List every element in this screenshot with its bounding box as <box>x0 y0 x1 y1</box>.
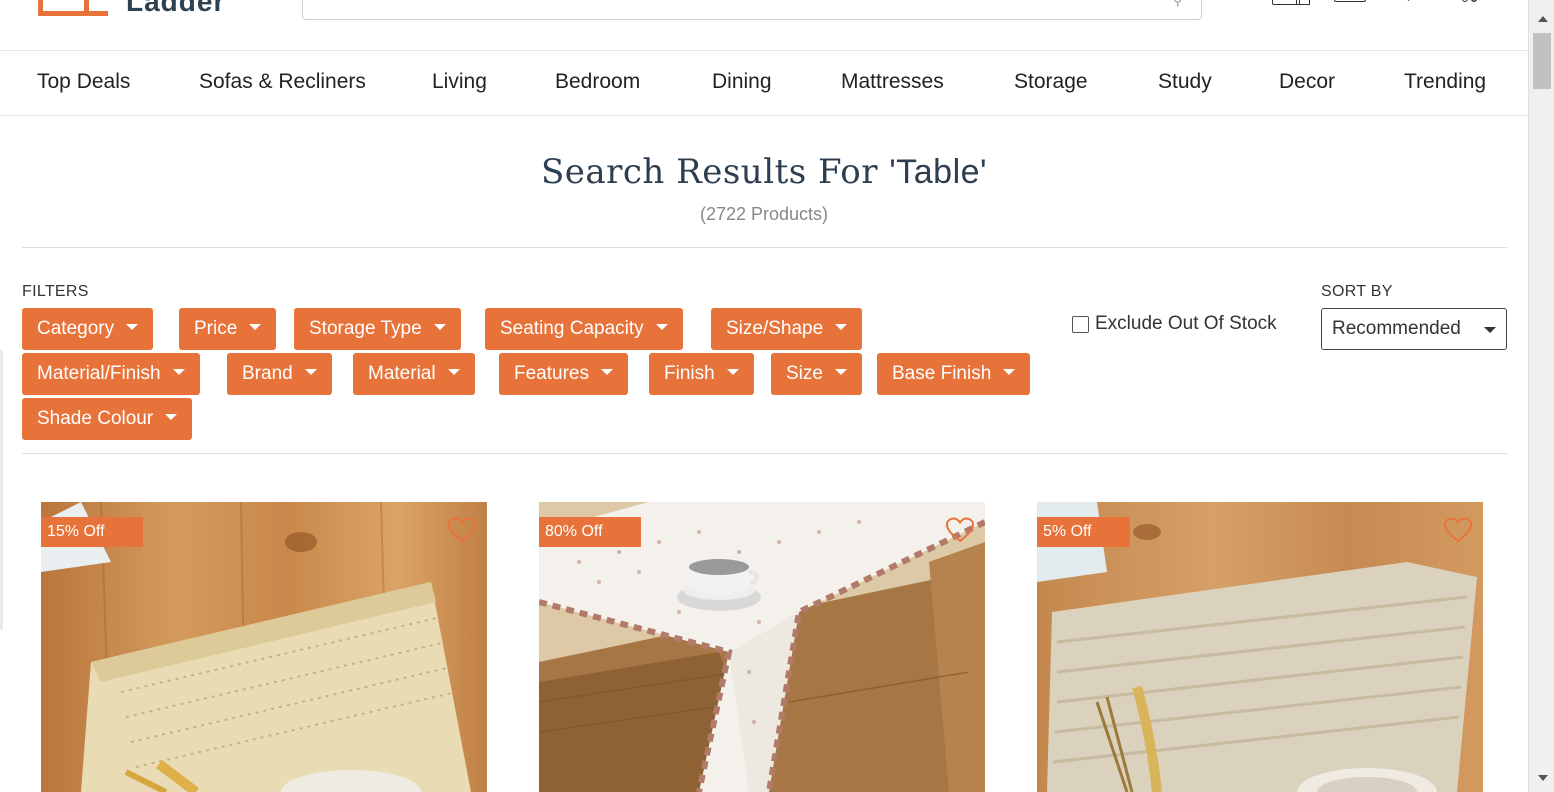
caret-down-icon <box>726 368 739 375</box>
nav-item-storage[interactable]: Storage <box>1014 69 1088 95</box>
nav-item-dining[interactable]: Dining <box>712 69 772 95</box>
exclude-out-of-stock-label: Exclude Out Of Stock <box>1095 313 1277 334</box>
user-account-icon[interactable] <box>1334 0 1366 8</box>
caret-down-icon <box>433 323 446 330</box>
filters-label: FILTERS <box>22 283 89 300</box>
category-nav: Top Deals Sofas & Recliners Living Bedro… <box>0 51 1528 116</box>
nav-item-trending[interactable]: Trending <box>1404 69 1486 95</box>
wishlist-heart-icon[interactable] <box>945 516 975 544</box>
filter-chip-shade-colour[interactable]: Shade Colour <box>22 398 193 440</box>
filter-chip-size[interactable]: Size <box>771 353 862 395</box>
filter-chip-features[interactable]: Features <box>499 353 628 395</box>
results-count: (2722 Products) <box>699 204 829 224</box>
sort-by-label: SORT BY <box>1321 283 1393 300</box>
chip-label: Finish <box>664 363 715 384</box>
discount-badge: 5% Off <box>1037 517 1130 547</box>
site-header: Ladder ⚲ <box>0 0 1528 51</box>
divider <box>22 453 1507 454</box>
chip-label: Storage Type <box>309 318 422 339</box>
chip-label: Seating Capacity <box>500 318 644 339</box>
scroll-up-arrow-icon[interactable] <box>1538 16 1548 22</box>
side-tab <box>0 350 3 630</box>
caret-down-icon <box>655 323 668 330</box>
nav-item-sofas-recliners[interactable]: Sofas & Recliners <box>199 69 366 95</box>
product-card[interactable]: 15% Off <box>41 502 487 792</box>
chip-label: Material <box>368 363 436 384</box>
scroll-down-arrow-icon[interactable] <box>1538 775 1548 781</box>
product-card[interactable]: 5% Off <box>1037 502 1483 792</box>
title-prefix: Search Results For <box>540 152 890 192</box>
discount-badge: 80% Off <box>539 517 641 547</box>
discount-badge: 15% Off <box>41 517 143 547</box>
chip-label: Category <box>37 318 115 339</box>
caret-down-icon <box>304 368 317 375</box>
nav-item-study[interactable]: Study <box>1158 69 1212 95</box>
chip-label: Size <box>786 363 823 384</box>
scrollbar-thumb[interactable] <box>1533 33 1551 89</box>
caret-down-icon <box>834 368 847 375</box>
chip-label: Features <box>514 363 589 384</box>
chip-label: Price <box>194 318 238 339</box>
chip-label: Shade Colour <box>37 408 154 429</box>
logo-mark-icon <box>38 0 108 16</box>
scrollbar[interactable] <box>1528 0 1554 792</box>
nav-item-top-deals[interactable]: Top Deals <box>37 69 130 95</box>
nav-item-mattresses[interactable]: Mattresses <box>841 69 944 95</box>
exclude-out-of-stock-checkbox[interactable] <box>1072 315 1089 333</box>
filter-chip-material-finish[interactable]: Material/Finish <box>22 353 200 395</box>
filter-chip-finish[interactable]: Finish <box>649 353 754 395</box>
wishlist-heart-icon[interactable] <box>447 516 477 544</box>
product-card[interactable]: 80% Off <box>539 502 985 792</box>
divider <box>22 247 1507 248</box>
wishlist-heart-icon[interactable] <box>1443 516 1473 544</box>
caret-down-icon <box>126 323 139 330</box>
caret-down-icon <box>249 323 262 330</box>
filter-chip-category[interactable]: Category <box>22 308 154 350</box>
page: Ladder ⚲ Top Deals Sofas & Recliners Liv… <box>0 0 1554 792</box>
caret-down-icon <box>447 368 460 375</box>
page-title: Search Results For 'Table' <box>0 150 1528 194</box>
search-query: 'Table' <box>889 153 988 191</box>
exclude-out-of-stock-toggle[interactable]: Exclude Out Of Stock <box>1072 313 1277 335</box>
filter-chip-seating-capacity[interactable]: Seating Capacity <box>485 308 683 350</box>
chip-label: Size/Shape <box>726 318 824 339</box>
nav-item-living[interactable]: Living <box>432 69 487 95</box>
nav-item-decor[interactable]: Decor <box>1279 69 1335 95</box>
nav-item-bedroom[interactable]: Bedroom <box>555 69 640 95</box>
filter-chip-price[interactable]: Price <box>179 308 277 350</box>
chip-label: Base Finish <box>892 363 992 384</box>
caret-down-icon <box>1003 368 1016 375</box>
chip-label: Brand <box>242 363 293 384</box>
filter-chip-material[interactable]: Material <box>353 353 475 395</box>
caret-down-icon <box>172 368 185 375</box>
filter-chip-base-finish[interactable]: Base Finish <box>877 353 1031 395</box>
filter-chip-brand[interactable]: Brand <box>227 353 332 395</box>
track-order-truck-icon[interactable] <box>1272 0 1310 8</box>
search-icon[interactable]: ⚲ <box>1173 0 1187 8</box>
search-input[interactable]: ⚲ <box>302 0 1202 20</box>
caret-down-icon <box>1484 327 1496 333</box>
wishlist-heart-icon[interactable] <box>1402 0 1416 8</box>
sort-selected-value: Recommended <box>1332 318 1461 339</box>
chip-label: Material/Finish <box>37 363 161 384</box>
caret-down-icon <box>165 413 178 420</box>
caret-down-icon <box>835 323 848 330</box>
filter-chip-storage-type[interactable]: Storage Type <box>294 308 461 350</box>
logo-text: Ladder <box>126 0 226 17</box>
cart-icon[interactable] <box>1458 0 1480 8</box>
caret-down-icon <box>600 368 613 375</box>
filter-chip-size-shape[interactable]: Size/Shape <box>711 308 863 350</box>
sort-select[interactable]: Recommended <box>1321 308 1507 350</box>
